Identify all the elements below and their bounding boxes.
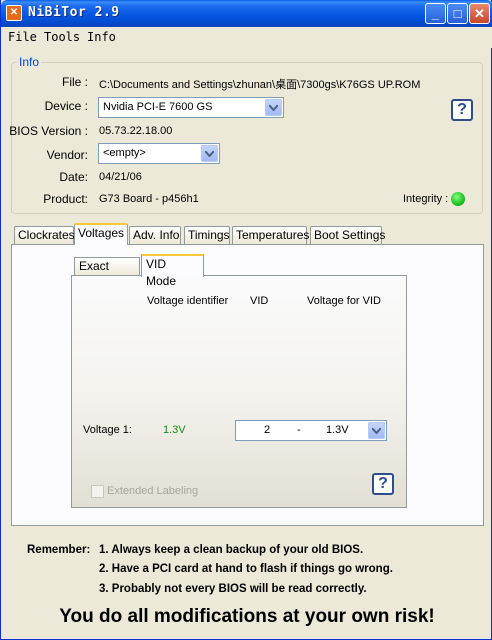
vid-help-button[interactable]: ? [372, 473, 394, 495]
subtab-exact-mode[interactable]: Exact Mode [74, 257, 140, 290]
vid-select-separator: - [297, 424, 301, 436]
vendor-select[interactable]: <empty> [98, 143, 220, 164]
bios-version-value: 05.73.22.18.00 [99, 125, 173, 137]
notes-prefix: Remember: [27, 544, 91, 556]
menu-info[interactable]: Info [87, 30, 116, 44]
minimize-icon: _ [431, 6, 440, 21]
file-label: File : [61, 75, 88, 89]
app-window: ✕ NiBiTor 2.9 _ □ ✕ File Tools Info Info… [0, 0, 492, 640]
extended-labeling-label: Extended Labeling [107, 485, 199, 497]
vid-select-voltage: 1.3V [326, 424, 349, 436]
note-line-2: 2. Have a PCI card at hand to flash if t… [99, 563, 393, 575]
close-icon: ✕ [474, 6, 485, 21]
extended-labeling-checkbox[interactable] [91, 485, 104, 498]
device-label: Device : [44, 99, 88, 113]
vid-select-vid: 2 [264, 424, 271, 436]
voltage-1-label: Voltage 1: [83, 424, 132, 436]
vendor-label: Vendor: [46, 148, 88, 162]
tab-adv-info[interactable]: Adv. Info [129, 226, 181, 244]
tab-clockrates[interactable]: Clockrates [14, 226, 75, 244]
vid-select[interactable]: 2 - 1.3V [235, 420, 387, 441]
device-select-value: Nvidia PCI-E 7600 GS [103, 101, 213, 113]
tab-temperatures[interactable]: Temperatures [232, 226, 309, 244]
maximize-icon: □ [453, 6, 462, 21]
tab-boot-settings[interactable]: Boot Settings [310, 226, 385, 244]
note-line-1: 1. Always keep a clean backup of your ol… [99, 544, 364, 556]
title-bar: ✕ NiBiTor 2.9 _ □ ✕ [1, 0, 492, 27]
chevron-down-icon[interactable] [368, 422, 385, 439]
menu-file[interactable]: File [8, 30, 37, 44]
vendor-select-value: <empty> [103, 147, 146, 159]
note-line-3: 3. Probably not every BIOS will be read … [99, 583, 367, 595]
app-icon: ✕ [6, 5, 22, 21]
tab-voltages[interactable]: Voltages [74, 223, 128, 245]
column-vid: VID [250, 295, 269, 307]
chevron-down-icon[interactable] [201, 145, 218, 162]
integrity-status-icon [451, 192, 465, 206]
tab-timings[interactable]: Timings [184, 226, 230, 244]
risk-warning: You do all modifications at your own ris… [59, 606, 435, 627]
minimize-button[interactable]: _ [425, 3, 446, 24]
product-label: Product: [43, 192, 88, 206]
maximize-button[interactable]: □ [447, 3, 468, 24]
date-value: 04/21/06 [99, 171, 142, 183]
window-title: NiBiTor 2.9 [28, 5, 120, 20]
bios-version-label: BIOS Version : [9, 124, 88, 138]
vid-mode-panel [71, 275, 407, 508]
column-voltage-identifier: Voltage identifier [147, 295, 229, 307]
menu-tools[interactable]: Tools [44, 30, 80, 44]
subtab-vid-mode[interactable]: VID Mode [141, 254, 204, 288]
product-value: G73 Board - p456h1 [99, 193, 199, 205]
voltage-1-value: 1.3V [163, 424, 186, 436]
menu-bar: File Tools Info [1, 27, 492, 48]
integrity-label: Integrity : [403, 193, 449, 205]
close-button[interactable]: ✕ [469, 3, 490, 24]
device-select[interactable]: Nvidia PCI-E 7600 GS [98, 97, 284, 118]
date-label: Date: [59, 170, 88, 184]
info-help-button[interactable]: ? [451, 99, 473, 121]
chevron-down-icon[interactable] [265, 99, 282, 116]
info-group-title: Info [17, 55, 42, 69]
column-voltage-for-vid: Voltage for VID [307, 295, 381, 307]
file-path: C:\Documents and Settings\zhunan\桌面\7300… [99, 79, 421, 91]
